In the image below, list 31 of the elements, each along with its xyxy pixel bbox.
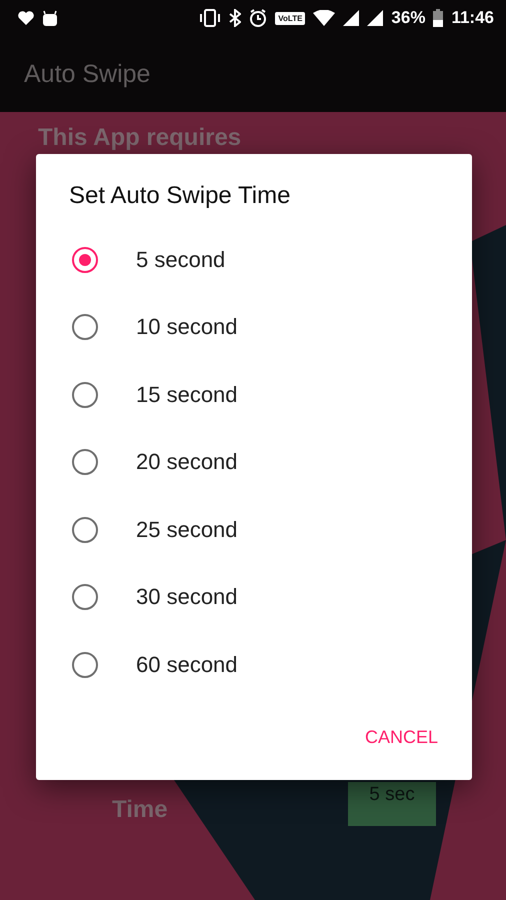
battery-percent: 36% bbox=[391, 8, 426, 28]
bluetooth-icon bbox=[229, 9, 242, 27]
dialog-title: Set Auto Swipe Time bbox=[69, 182, 292, 210]
option-label[interactable]: 30 second bbox=[136, 584, 238, 610]
signal-icon bbox=[367, 10, 384, 26]
clock-time: 11:46 bbox=[451, 8, 494, 28]
option-label[interactable]: 20 second bbox=[136, 449, 238, 476]
setting-label: Time bbox=[112, 796, 168, 824]
option-label[interactable]: 10 second bbox=[136, 314, 238, 340]
app-title: Auto Swipe bbox=[24, 60, 150, 88]
radio-button[interactable] bbox=[72, 516, 98, 543]
radio-button[interactable] bbox=[72, 449, 98, 476]
option-label[interactable]: 15 second bbox=[136, 382, 238, 408]
radio-button[interactable] bbox=[72, 314, 98, 340]
radio-button[interactable] bbox=[72, 246, 98, 273]
radio-button[interactable] bbox=[72, 584, 98, 610]
wifi-icon bbox=[313, 10, 336, 26]
volte-label: VoLTE bbox=[275, 12, 306, 24]
heart-icon bbox=[18, 11, 34, 25]
radio-button[interactable] bbox=[72, 652, 98, 678]
battery-icon bbox=[433, 9, 444, 27]
vibrate-icon bbox=[199, 9, 222, 27]
cancel-button[interactable]: CANCEL bbox=[354, 719, 448, 756]
option-label[interactable]: 60 second bbox=[136, 652, 238, 678]
alarm-icon bbox=[249, 9, 268, 27]
signal-icon bbox=[343, 10, 360, 26]
permission-notice: This App requires bbox=[38, 124, 242, 152]
option-label[interactable]: 5 second bbox=[136, 246, 226, 273]
radio-button[interactable] bbox=[72, 382, 98, 408]
android-icon bbox=[42, 10, 58, 26]
option-label[interactable]: 25 second bbox=[136, 516, 238, 543]
